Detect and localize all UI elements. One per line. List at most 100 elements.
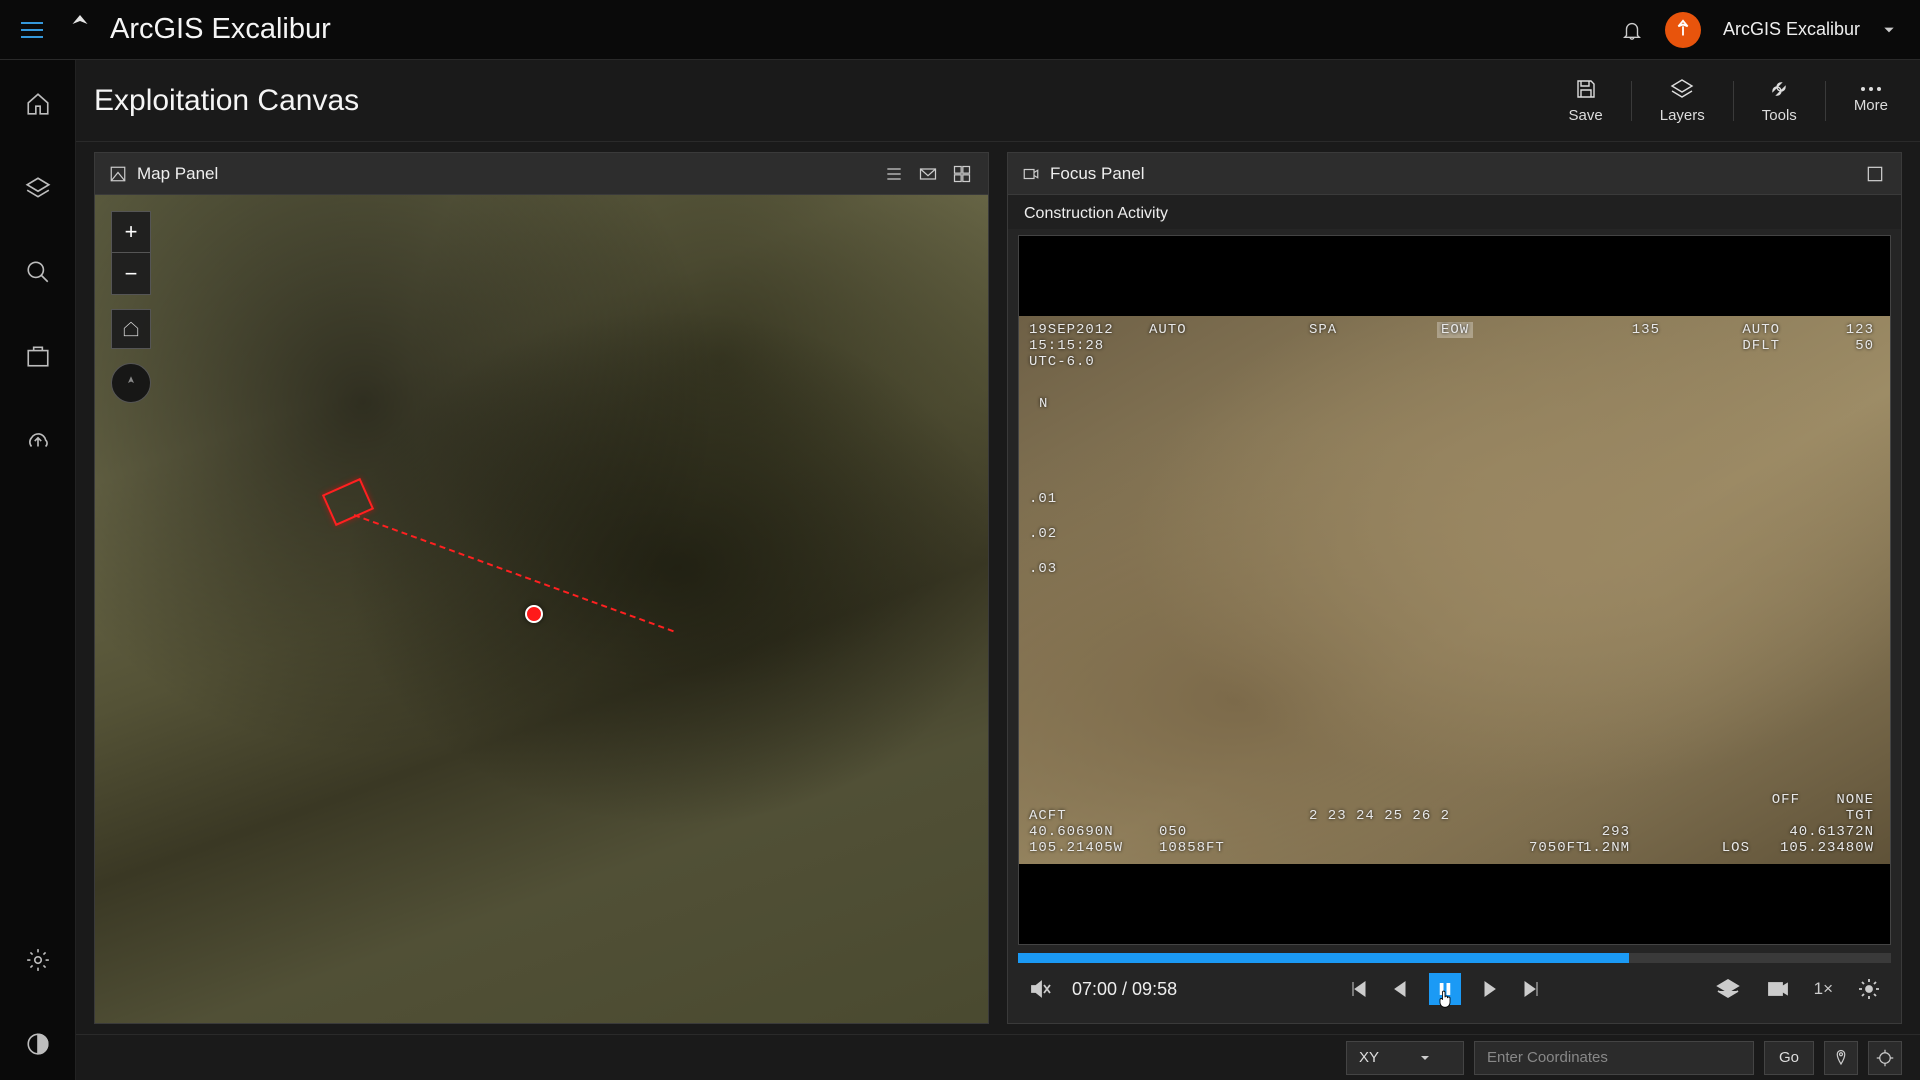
zoom-out-button[interactable]: − [111,253,151,295]
skip-start-button[interactable] [1345,975,1373,1003]
topbar: ArcGIS Excalibur ArcGIS Excalibur [0,0,1920,60]
video-capture-button[interactable] [1764,975,1792,1003]
app-title: ArcGIS Excalibur [110,13,331,46]
notifications-icon[interactable] [1621,19,1643,41]
hud-lon-r: 105.23480W [1780,840,1874,856]
more-button[interactable]: More [1840,83,1902,118]
focus-panel-title: Focus Panel [1050,164,1853,184]
hud-s03: .03 [1029,561,1057,577]
map-list-button[interactable] [882,162,906,186]
excalibur-logo-icon [62,12,98,48]
focus-subtitle: Construction Activity [1008,195,1901,229]
video-speed[interactable]: 1× [1814,979,1833,999]
pin-button[interactable] [1824,1041,1858,1075]
rail-settings[interactable] [22,944,54,976]
video-shell: 19SEP2012 AUTO SPA EOW 135 AUTO 123 15:1… [1018,235,1891,945]
hud-eow: EOW [1437,322,1473,338]
video-controls: 07:00 / 09:58 [1008,963,1901,1023]
skip-end-button[interactable] [1517,975,1545,1003]
chevron-down-icon [1419,1052,1431,1064]
hud-off: OFF [1772,792,1800,808]
focus-expand-button[interactable] [1863,162,1887,186]
rail-layers[interactable] [22,172,54,204]
page-toolbar: Exploitation Canvas Save Layers Tools [76,60,1920,142]
hud-alt1: 10858FT [1159,840,1225,856]
video-progress-fill [1018,953,1629,963]
zoom-in-button[interactable]: + [111,211,151,253]
focus-panel: Focus Panel Construction Activity 19SEP2… [1007,152,1902,1024]
video-frame[interactable]: 19SEP2012 AUTO SPA EOW 135 AUTO 123 15:1… [1019,316,1890,864]
go-button[interactable]: Go [1764,1041,1814,1075]
video-time: 07:00 / 09:58 [1072,979,1177,1000]
coord-type-value: XY [1359,1049,1379,1066]
layers-button[interactable]: Layers [1646,73,1719,128]
more-label: More [1854,97,1888,114]
hud-ticks: 2 23 24 25 26 2 [1309,808,1450,824]
hud-dflt: DFLT [1742,338,1780,354]
hud-none: NONE [1836,792,1874,808]
save-button[interactable]: Save [1555,73,1617,128]
hud-050: 050 [1159,824,1187,840]
video-settings-button[interactable] [1855,975,1883,1003]
hud-alt2: 7050FT [1529,840,1585,856]
video-progress-bar[interactable] [1018,953,1891,963]
sensor-line-marker [354,514,674,632]
coord-input[interactable] [1474,1041,1754,1075]
hud-lat-l: 40.60690N [1029,824,1114,840]
hud-s01: .01 [1029,491,1057,507]
video-layers-button[interactable] [1714,975,1742,1003]
video-icon [1022,165,1040,183]
step-forward-button[interactable] [1475,975,1503,1003]
map-home-button[interactable] [111,309,151,349]
hud-acft: ACFT [1029,808,1067,824]
rail-theme[interactable] [22,1028,54,1060]
save-label: Save [1569,107,1603,124]
hud-123: 123 [1846,322,1874,338]
rail-upload[interactable] [22,424,54,456]
hud-date: 19SEP2012 [1029,322,1114,338]
hud-los: LOS [1722,840,1750,856]
hud-12nm: 1.2NM [1583,840,1630,856]
step-back-button[interactable] [1387,975,1415,1003]
footer-bar: XY Go [76,1034,1920,1080]
tools-button[interactable]: Tools [1748,73,1811,128]
user-avatar[interactable] [1665,12,1701,48]
user-label: ArcGIS Excalibur [1723,19,1860,40]
mute-button[interactable] [1026,975,1054,1003]
hud-north: N [1039,396,1048,412]
hud-lat-r: 40.61372N [1789,824,1874,840]
more-dots-icon [1861,87,1881,91]
map-icon [109,165,127,183]
map-panel-title: Map Panel [137,164,872,184]
platform-position-marker [525,605,543,623]
layers-label: Layers [1660,107,1705,124]
locate-button[interactable] [1868,1041,1902,1075]
tools-label: Tools [1762,107,1797,124]
pause-button[interactable] [1429,973,1461,1005]
hud-spa: SPA [1309,322,1337,338]
rail-home[interactable] [22,88,54,120]
hud-293: 293 [1602,824,1630,840]
map-extent-button[interactable] [916,162,940,186]
hud-50: 50 [1855,338,1874,354]
hud-hdg: 135 [1632,322,1660,338]
hud-tgt: TGT [1846,808,1874,824]
map-compass-button[interactable] [111,363,151,403]
hud-lon-l: 105.21405W [1029,840,1123,856]
hud-auto-r: AUTO [1742,322,1780,338]
hud-s02: .02 [1029,526,1057,542]
rail-search[interactable] [22,256,54,288]
map-grid-button[interactable] [950,162,974,186]
side-rail [0,60,76,1080]
hud-time: 15:15:28 [1029,338,1104,354]
chevron-down-icon[interactable] [1882,23,1896,37]
menu-button[interactable] [12,10,52,50]
page-title: Exploitation Canvas [94,84,359,118]
coord-type-select[interactable]: XY [1346,1041,1464,1075]
map-canvas[interactable]: + − [95,195,988,1023]
hamburger-icon [21,29,43,31]
rail-projects[interactable] [22,340,54,372]
map-panel: Map Panel + − [94,152,989,1024]
hud-utc: UTC-6.0 [1029,354,1095,370]
hud-auto-l: AUTO [1149,322,1187,338]
